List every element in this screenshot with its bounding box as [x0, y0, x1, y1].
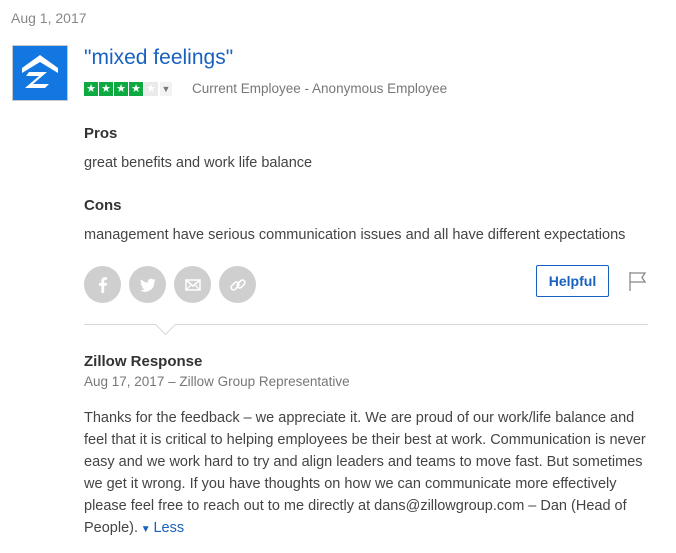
share-email-button[interactable] — [174, 266, 211, 303]
star-icon: ★ — [129, 81, 143, 96]
flag-icon[interactable] — [627, 270, 649, 292]
star-rating[interactable]: ★ ★ ★ ★ ★ — [84, 81, 158, 96]
star-icon: ★ — [99, 81, 113, 96]
pros-text: great benefits and work life balance — [84, 155, 313, 171]
share-twitter-button[interactable] — [129, 266, 166, 303]
zillow-logo-icon — [22, 55, 58, 88]
review-date: Aug 1, 2017 — [11, 10, 87, 26]
cons-text: management have serious communication is… — [84, 227, 626, 243]
less-label: Less — [153, 520, 185, 536]
caret-down-icon: ▼ — [138, 524, 154, 535]
pros-label: Pros — [84, 125, 118, 142]
star-icon: ★ — [84, 81, 98, 96]
response-body-text: Thanks for the feedback – we appreciate … — [84, 410, 646, 536]
review-author: Current Employee - Anonymous Employee — [192, 81, 448, 96]
email-icon — [184, 278, 201, 291]
rating-row: ★ ★ ★ ★ ★ ▼ Current Employee - Anonymous Emp… — [84, 81, 447, 96]
company-logo[interactable] — [12, 45, 68, 101]
link-icon — [229, 278, 246, 291]
facebook-icon — [98, 276, 107, 293]
response-body: Thanks for the feedback – we appreciate … — [84, 407, 654, 541]
share-facebook-button[interactable] — [84, 266, 121, 303]
star-icon: ★ — [144, 81, 158, 96]
rating-dropdown-icon[interactable]: ▼ — [160, 81, 172, 96]
less-link[interactable]: ▼ Less — [138, 520, 184, 536]
response-meta: Aug 17, 2017 – Zillow Group Representati… — [84, 374, 350, 389]
twitter-icon — [139, 278, 156, 292]
share-link-button[interactable] — [219, 266, 256, 303]
star-icon: ★ — [114, 81, 128, 96]
cons-label: Cons — [84, 197, 122, 214]
helpful-button[interactable]: Helpful — [536, 265, 609, 297]
share-buttons — [84, 266, 256, 303]
response-title: Zillow Response — [84, 353, 203, 370]
response-pointer — [154, 313, 177, 336]
review-title[interactable]: "mixed feelings" — [84, 46, 233, 70]
